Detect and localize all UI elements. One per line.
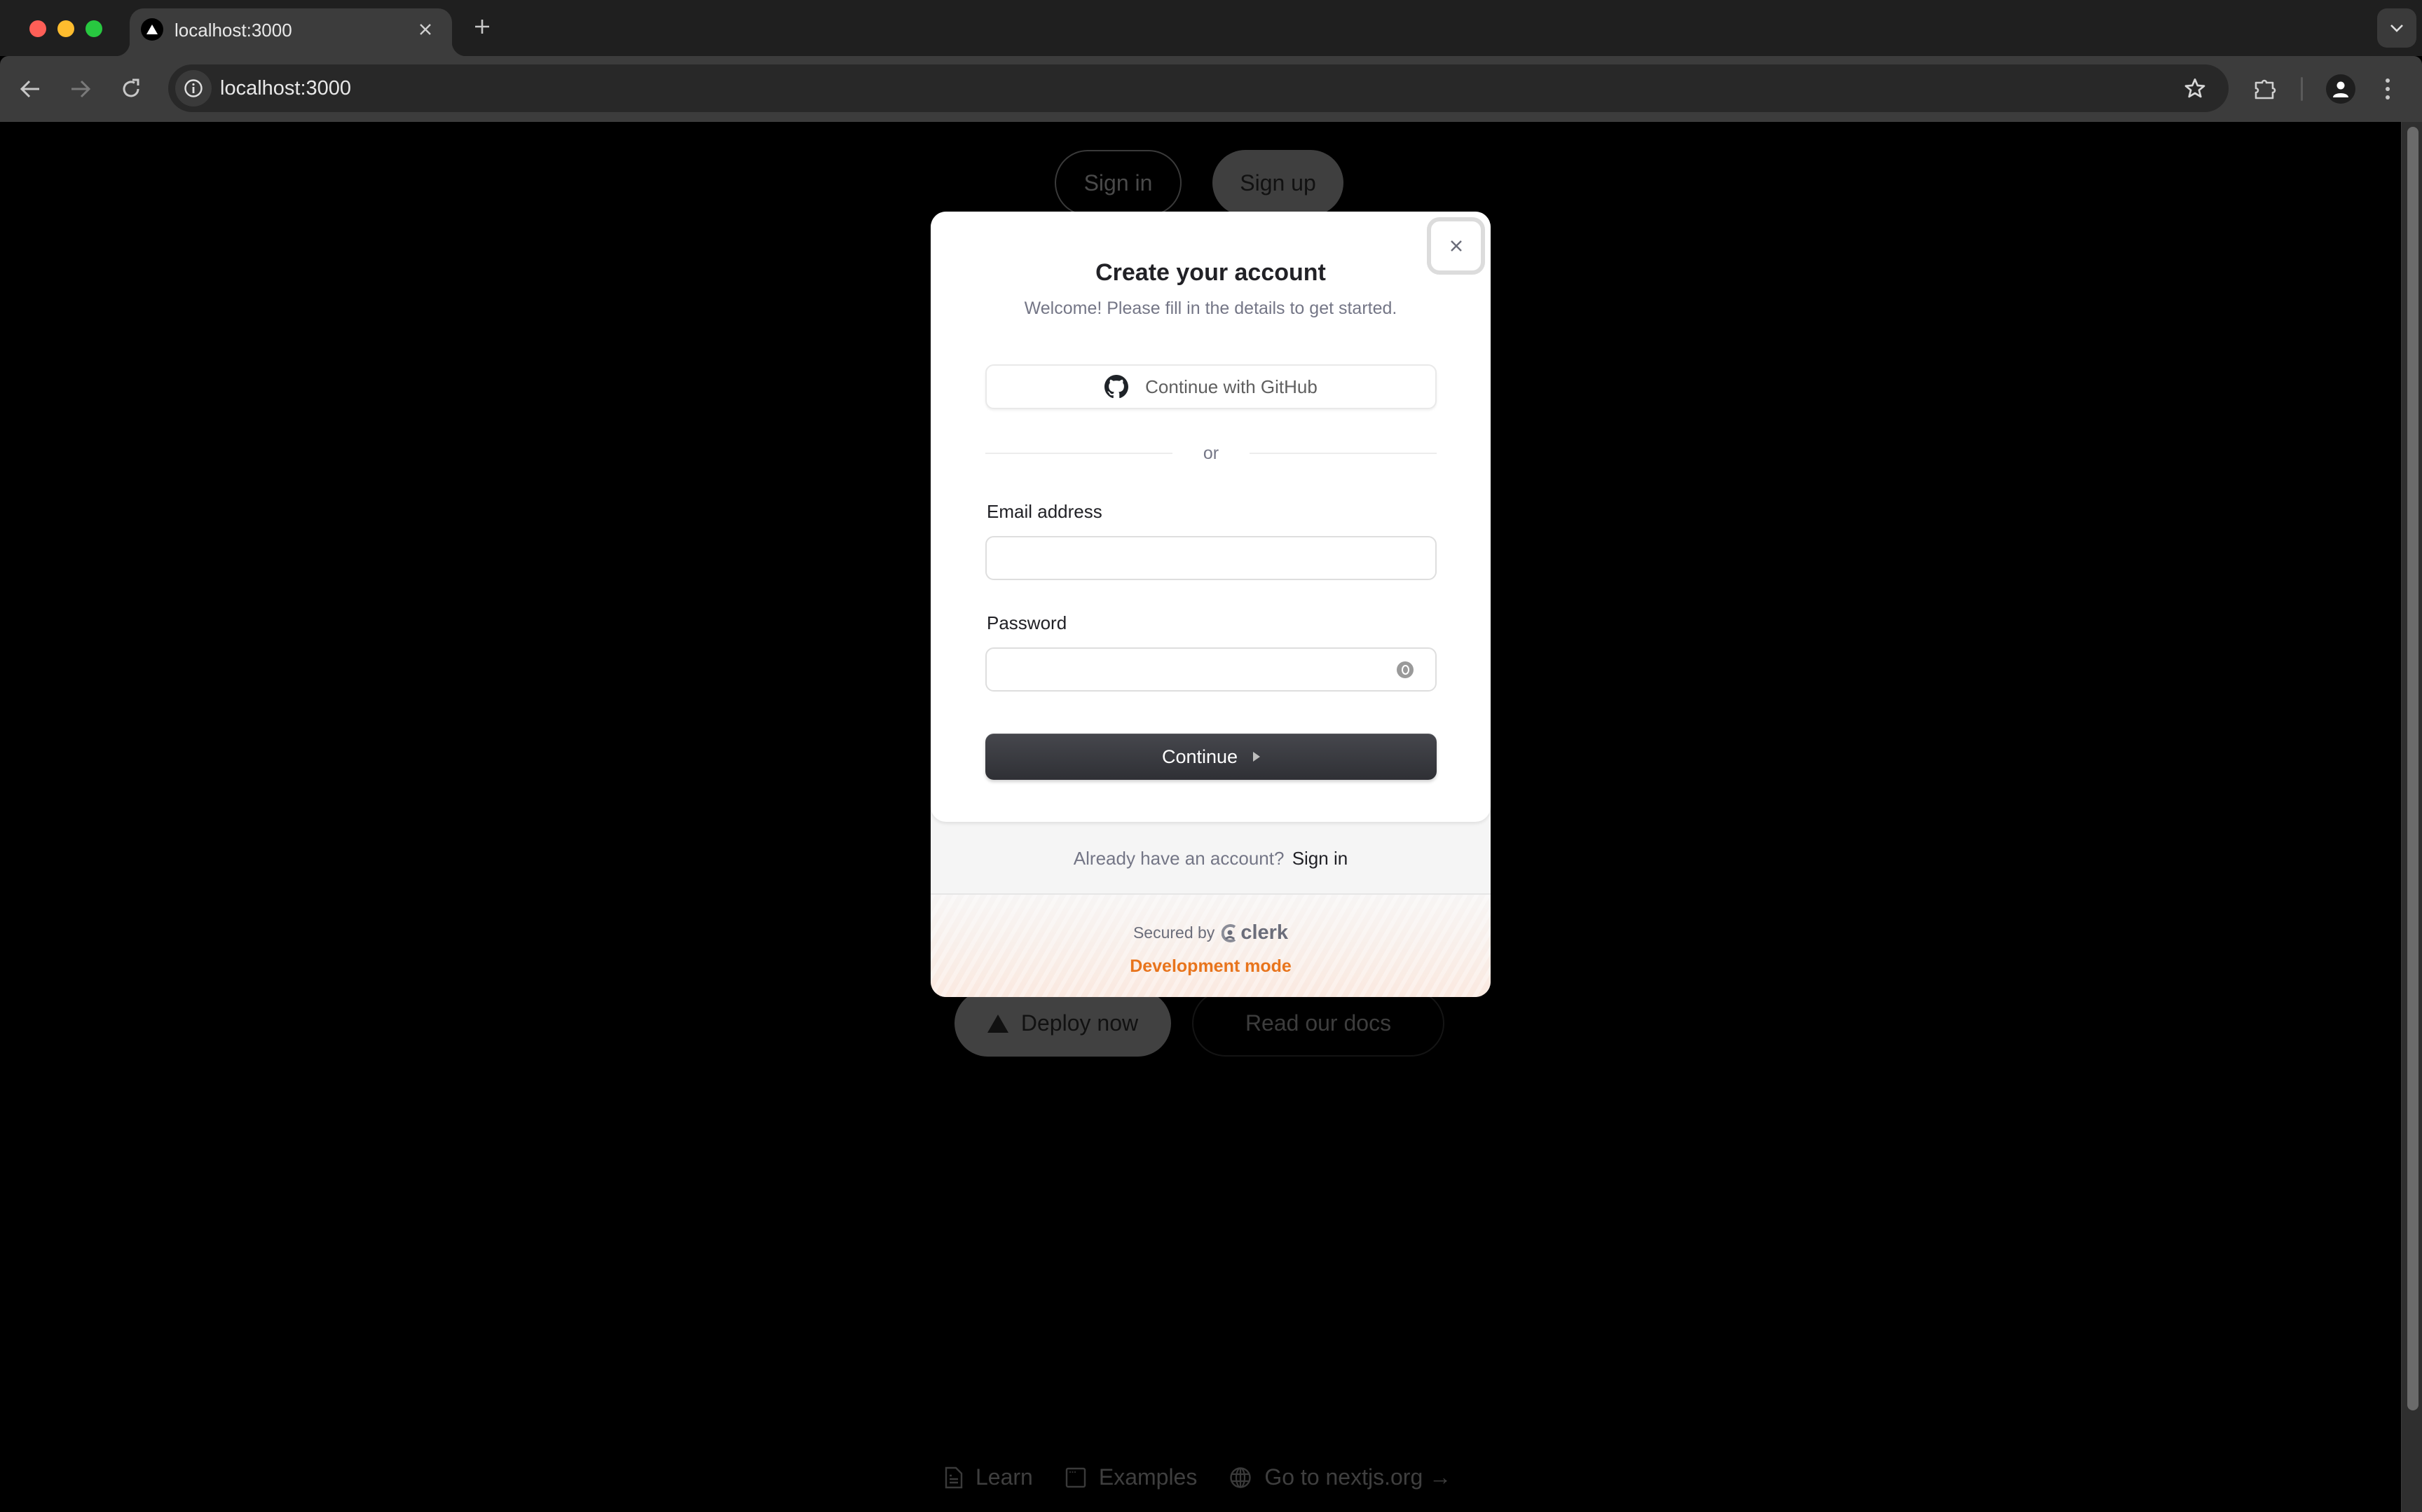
back-button[interactable] <box>13 71 48 106</box>
info-icon <box>184 79 203 97</box>
maximize-window-button[interactable] <box>85 20 102 37</box>
kebab-menu-icon <box>2386 78 2390 99</box>
close-icon <box>1450 240 1462 252</box>
chevron-down-icon <box>2390 25 2403 32</box>
nextjs-triangle-icon <box>141 18 163 41</box>
footer-link-nextjs[interactable]: Go to nextjs.org → <box>1229 1464 1451 1490</box>
reload-button[interactable] <box>114 71 149 106</box>
tab-strip: localhost:3000 <box>0 0 2422 56</box>
clerk-brand-text: clerk <box>1240 921 1289 944</box>
sign-in-link[interactable]: Sign in <box>1292 848 1348 869</box>
footer-link-label: Learn <box>976 1464 1033 1490</box>
or-divider: or <box>985 443 1437 464</box>
url-text[interactable]: localhost:3000 <box>220 77 351 100</box>
modal-subtitle: Welcome! Please fill in the details to g… <box>1024 298 1397 318</box>
site-info-button[interactable] <box>175 70 212 106</box>
sign-in-prompt-text: Already have an account? <box>1073 848 1285 869</box>
puzzle-icon <box>2255 79 2276 99</box>
forward-button[interactable] <box>63 71 98 106</box>
page-scrollbar[interactable] <box>2401 122 2422 1512</box>
file-icon <box>945 1466 963 1488</box>
secured-by-text: Secured by <box>1133 923 1215 942</box>
browser-menu-button[interactable] <box>2374 71 2402 106</box>
window-icon <box>1065 1467 1086 1487</box>
extensions-button[interactable] <box>2247 71 2283 106</box>
development-mode-label: Development mode <box>1130 956 1292 976</box>
browser-toolbar: localhost:3000 <box>0 56 2422 122</box>
continue-button-label: Continue <box>1161 745 1238 767</box>
github-button-label: Continue with GitHub <box>1145 376 1318 397</box>
modal-title: Create your account <box>1095 259 1326 286</box>
sign-up-modal: Create your account Welcome! Please fill… <box>931 212 1491 997</box>
toolbar-separator <box>2301 77 2303 101</box>
clerk-logo-link[interactable]: clerk <box>1222 921 1288 944</box>
bookmark-button[interactable] <box>2181 74 2209 102</box>
page-footer: Learn Examples Go to nextjs.org → <box>945 1464 1484 1490</box>
vercel-triangle-icon <box>987 1014 1008 1033</box>
scrollbar-thumb[interactable] <box>2407 127 2418 1410</box>
show-password-icon[interactable] <box>1397 661 1414 678</box>
arrow-left-icon <box>20 80 39 98</box>
deploy-now-label: Deploy now <box>1020 1010 1139 1036</box>
star-icon <box>2184 78 2205 98</box>
password-label: Password <box>987 612 1067 633</box>
read-docs-label: Read our docs <box>1245 1010 1392 1036</box>
minimize-window-button[interactable] <box>57 20 74 37</box>
password-field[interactable] <box>985 647 1437 692</box>
reload-icon <box>123 78 139 97</box>
close-window-button[interactable] <box>29 20 46 37</box>
tab-search-button[interactable] <box>2377 8 2416 48</box>
footer-link-learn[interactable]: Learn <box>945 1464 1033 1490</box>
globe-icon <box>1230 1466 1252 1488</box>
address-bar[interactable]: localhost:3000 <box>168 64 2229 112</box>
continue-with-github-button[interactable]: Continue with GitHub <box>985 364 1437 409</box>
email-label: Email address <box>987 501 1102 522</box>
tab-title: localhost:3000 <box>175 20 292 41</box>
browser-tab[interactable]: localhost:3000 <box>116 8 466 56</box>
triangle-right-icon <box>1253 752 1261 762</box>
email-field[interactable] <box>985 536 1437 580</box>
footer-link-label: Examples <box>1098 1464 1198 1490</box>
close-tab-icon[interactable] <box>413 17 438 42</box>
modal-footer: Secured by clerk Development mode <box>931 893 1491 997</box>
continue-button[interactable]: Continue <box>985 734 1437 780</box>
clerk-logo-icon <box>1222 923 1236 942</box>
page-sign-up-button[interactable]: Sign up <box>1212 150 1343 216</box>
divider-text: or <box>1203 443 1219 463</box>
footer-link-examples[interactable]: Examples <box>1065 1464 1198 1490</box>
sign-in-prompt: Already have an account? Sign in <box>931 848 1491 870</box>
profile-button[interactable] <box>2323 71 2358 106</box>
person-icon <box>2333 81 2348 97</box>
page-sign-in-button[interactable]: Sign in <box>1055 150 1182 216</box>
new-tab-button[interactable] <box>468 13 496 41</box>
read-docs-button[interactable]: Read our docs <box>1192 990 1444 1057</box>
secured-by: Secured by clerk <box>931 921 1491 944</box>
footer-link-label: Go to nextjs.org → <box>1264 1464 1452 1490</box>
deploy-now-button[interactable]: Deploy now <box>955 990 1171 1057</box>
sign-up-card: Create your account Welcome! Please fill… <box>931 212 1491 822</box>
github-icon <box>1104 375 1129 399</box>
page-sign-in-label: Sign in <box>1083 170 1153 195</box>
page-sign-up-label: Sign up <box>1240 170 1316 195</box>
arrow-right-icon <box>71 80 91 98</box>
